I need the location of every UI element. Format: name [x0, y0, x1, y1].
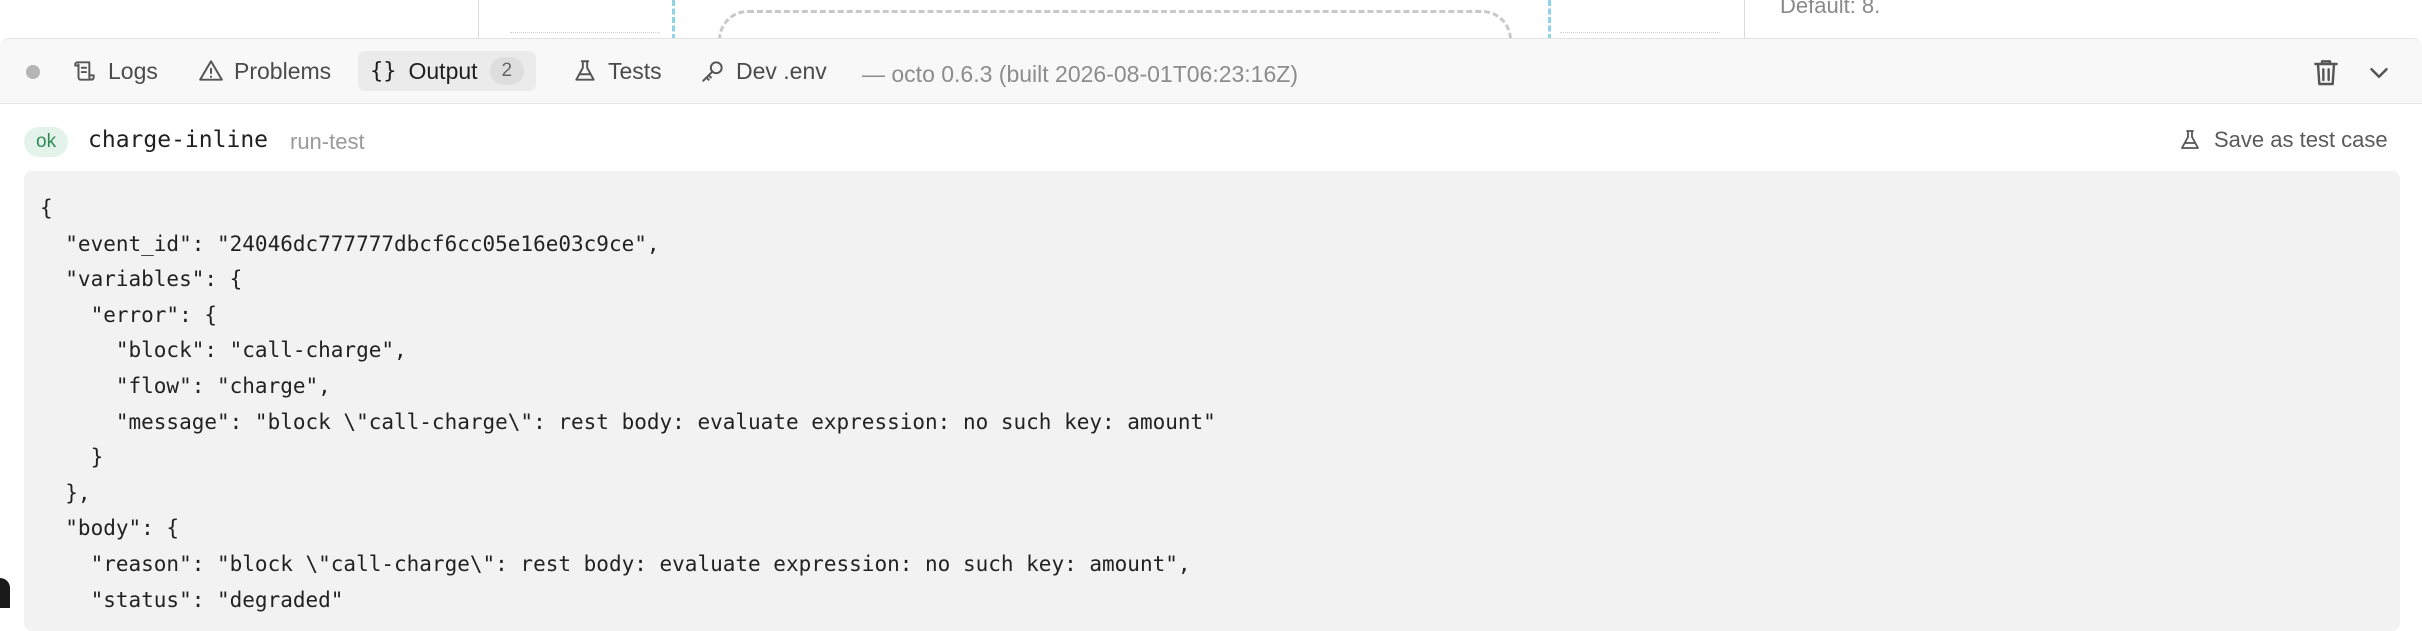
- chevron-down-icon[interactable]: [2364, 58, 2394, 88]
- panel-tab-bar: Logs Problems {} Output 2 Tests Dev .env: [0, 39, 2422, 104]
- test-result-header: ok charge-inline run-test Save as test c…: [0, 103, 2422, 179]
- output-json-viewer[interactable]: { "event_id": "24046dc777777dbcf6cc05e16…: [24, 171, 2400, 631]
- tab-label: Dev .env: [736, 57, 827, 84]
- canvas-connector-line: [1548, 0, 1551, 40]
- tab-dev-env[interactable]: Dev .env: [688, 51, 839, 91]
- tab-label: Tests: [608, 57, 662, 84]
- canvas-background: Default: 8.: [0, 0, 2422, 40]
- key-icon: [702, 61, 723, 82]
- connection-status-dot: [26, 65, 40, 79]
- inspector-hint-text: Default: 8.: [1780, 0, 1881, 18]
- canvas-ghost-node: [718, 10, 1512, 40]
- canvas-column-divider: [1744, 0, 1745, 40]
- status-badge: ok: [24, 127, 69, 157]
- canvas-column-divider: [478, 0, 479, 40]
- flask-icon: [575, 60, 595, 81]
- tab-label: Problems: [234, 57, 332, 84]
- run-kind-label: run-test: [290, 129, 365, 154]
- tab-label: Logs: [108, 57, 158, 84]
- bottom-panel: Logs Problems {} Output 2 Tests Dev .env: [0, 38, 2422, 631]
- window-corner: [0, 578, 10, 608]
- flask-icon: [2181, 130, 2199, 149]
- tab-label: Output: [408, 57, 478, 84]
- scroll-icon: [74, 61, 95, 81]
- tab-tests[interactable]: Tests: [560, 51, 674, 91]
- save-as-test-case-label: Save as test case: [2214, 127, 2388, 152]
- build-version-label: — octo 0.6.3 (built 2026-08-01T06:23:16Z…: [862, 61, 1298, 87]
- test-name: charge-inline: [88, 127, 269, 153]
- warning-triangle-icon: [199, 60, 223, 81]
- braces-icon: {}: [370, 58, 397, 84]
- save-as-test-case-button[interactable]: Save as test case: [2178, 127, 2388, 153]
- tab-logs[interactable]: Logs: [60, 51, 170, 91]
- canvas-connector-line: [672, 0, 675, 40]
- tab-output[interactable]: {} Output 2: [358, 51, 537, 91]
- output-count-badge: 2: [489, 57, 525, 85]
- output-json-text: { "event_id": "24046dc777777dbcf6cc05e16…: [40, 196, 1216, 612]
- tab-problems[interactable]: Problems: [186, 51, 343, 91]
- trash-icon[interactable]: [2310, 56, 2342, 88]
